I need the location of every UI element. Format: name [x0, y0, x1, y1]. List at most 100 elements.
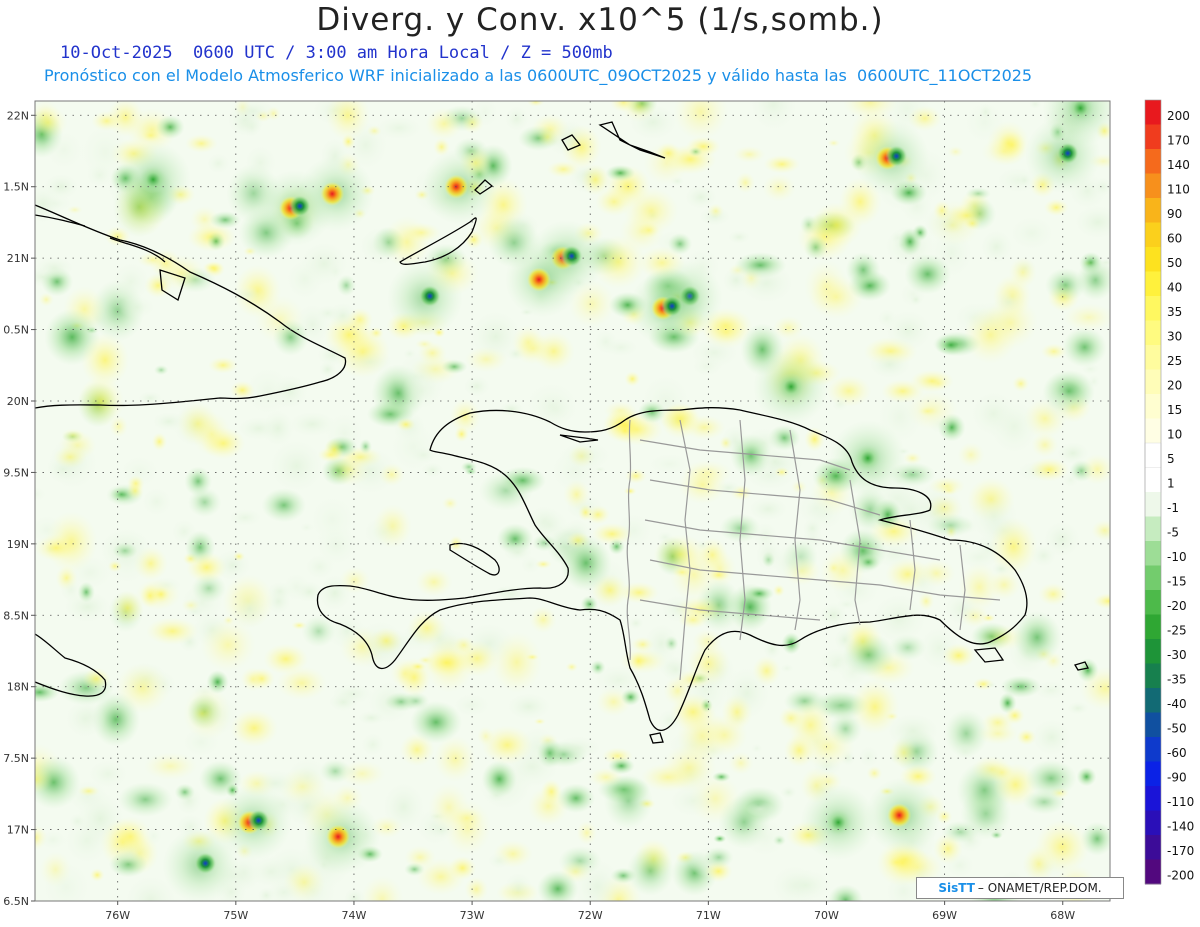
colorbar-swatch — [1145, 835, 1161, 860]
field-cell — [415, 567, 453, 597]
field-cell — [626, 846, 675, 896]
field-cell — [117, 782, 173, 817]
field-cell — [314, 524, 358, 567]
colorbar-swatch — [1145, 492, 1161, 517]
field-cell — [690, 356, 724, 377]
field-cell — [857, 745, 880, 769]
lat-tick-label: 0.5N — [3, 324, 29, 337]
field-cell — [61, 428, 86, 442]
field-cell — [1038, 582, 1069, 606]
colorbar-swatch — [1145, 663, 1161, 689]
field-cell — [206, 670, 229, 694]
colorbar-label: 200 — [1167, 109, 1190, 123]
field-cell — [957, 442, 985, 468]
field-cell — [985, 822, 1009, 839]
field-cell — [656, 708, 683, 733]
field-cell — [299, 522, 314, 533]
field-cell — [1080, 258, 1110, 285]
colorbar-swatch — [1145, 859, 1161, 885]
field-cell — [1004, 707, 1025, 725]
field-cell — [1091, 520, 1110, 541]
field-cell — [985, 681, 998, 689]
field-cell — [676, 706, 728, 766]
field-cell — [826, 693, 851, 714]
lon-tick-label: 70W — [814, 909, 839, 922]
field-cell — [559, 440, 612, 472]
colorbar-label: -140 — [1167, 820, 1194, 834]
field-cell — [109, 816, 152, 857]
field-cell — [228, 508, 262, 527]
colorbar-label: 140 — [1167, 158, 1190, 172]
colorbar-label: -35 — [1167, 673, 1187, 687]
colorbar-swatch — [1145, 639, 1161, 664]
field-cell — [826, 560, 841, 576]
colorbar-label: 15 — [1167, 403, 1182, 417]
field-cell — [170, 518, 198, 545]
field-cell — [202, 261, 224, 274]
field-cell — [98, 529, 152, 567]
lon-tick-label: 71W — [696, 909, 721, 922]
field-cell — [63, 816, 111, 865]
field-cell — [1063, 303, 1110, 332]
colorbar-label: -170 — [1167, 844, 1194, 858]
field-cell — [428, 783, 470, 832]
colorbar-label: -20 — [1167, 599, 1187, 613]
field-cell — [362, 515, 405, 550]
field-cell — [744, 585, 775, 602]
colorbar-swatch — [1145, 369, 1161, 395]
field-cell — [361, 875, 404, 901]
field-cell — [502, 543, 533, 562]
field-cell — [707, 203, 725, 219]
convergence-center — [194, 852, 217, 875]
field-cell — [988, 398, 1040, 456]
colorbar-label: -40 — [1167, 697, 1187, 711]
convergence-patch — [777, 372, 806, 401]
lat-tick-label: 6.5N — [3, 895, 29, 908]
field-cell — [1079, 666, 1110, 711]
colorbar-label: 90 — [1167, 207, 1182, 221]
field-cell — [1044, 267, 1086, 303]
field-cell — [1012, 375, 1030, 392]
field-cell — [688, 146, 703, 157]
field-cell — [1080, 453, 1110, 485]
colorbar-label: -200 — [1167, 869, 1194, 883]
field-cell — [341, 133, 356, 150]
convergence-patch — [1066, 101, 1095, 123]
field-cell — [208, 356, 239, 374]
colorbar-swatch — [1145, 320, 1161, 346]
colorbar-swatch — [1145, 541, 1161, 566]
field-cell — [721, 694, 753, 731]
field-cell — [927, 413, 953, 435]
colorbar-swatch — [1144, 442, 1162, 469]
field-cell — [499, 466, 547, 495]
field-cell — [118, 295, 156, 319]
convergence-center — [288, 195, 311, 218]
field-cell — [504, 105, 530, 132]
field-cell — [288, 868, 338, 901]
field-cell — [588, 767, 624, 787]
field-cell — [944, 852, 975, 879]
field-cell — [421, 648, 471, 678]
field-cell — [884, 309, 933, 353]
field-cell — [987, 570, 1021, 600]
field-cell — [787, 699, 834, 752]
field-cell — [243, 144, 277, 181]
colorbar-swatch — [1145, 810, 1161, 836]
field-cell — [111, 590, 144, 626]
field-cell — [749, 101, 798, 132]
field-cell — [674, 595, 727, 623]
field-cell — [746, 801, 775, 817]
colorbar-swatch — [1145, 418, 1161, 444]
field-cell — [750, 743, 763, 754]
colorbar-label: 30 — [1167, 330, 1182, 344]
field-cell — [491, 631, 543, 693]
field-cell — [868, 350, 912, 379]
colorbar-swatch — [1145, 712, 1161, 738]
convergence-patch — [853, 444, 882, 473]
field-cell — [1093, 593, 1110, 609]
field-cell — [941, 820, 980, 844]
field-cell — [527, 786, 569, 826]
lon-tick-label: 72W — [578, 909, 603, 922]
field-cell — [401, 222, 442, 243]
field-cell — [1062, 327, 1107, 368]
